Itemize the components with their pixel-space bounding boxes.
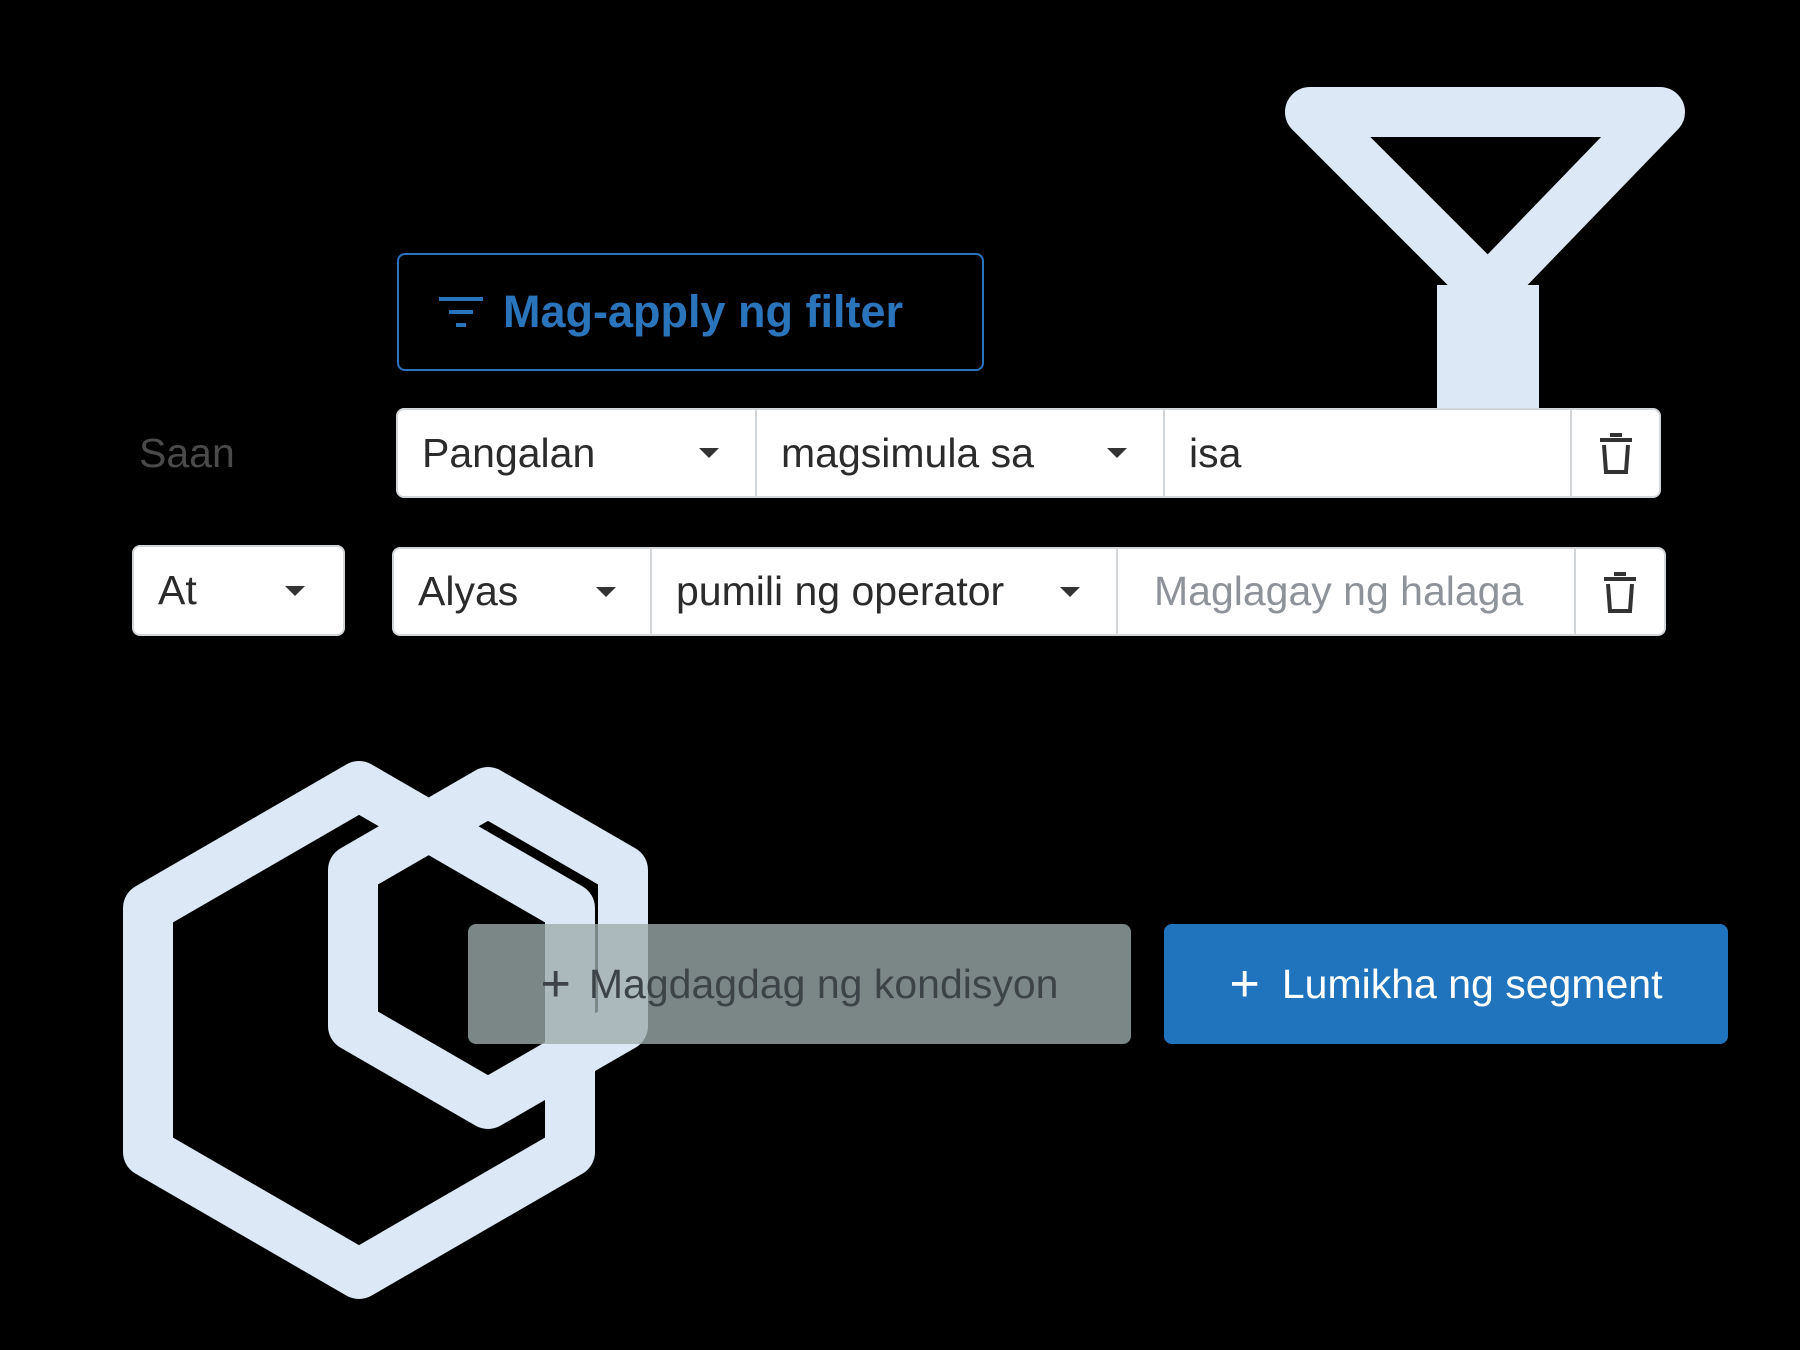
decorative-illustrations xyxy=(123,87,1685,1299)
operator-select[interactable]: magsimula sa xyxy=(757,410,1165,496)
value-input-text: isa xyxy=(1189,429,1242,476)
delete-condition-button[interactable] xyxy=(1576,549,1664,634)
add-condition-label: Magdagdag ng kondisyon xyxy=(588,960,1059,1007)
where-label: Saan xyxy=(139,430,235,476)
trash-icon xyxy=(1599,433,1632,474)
plus-icon: + xyxy=(1229,955,1260,1013)
operator-select-value: pumili ng operator xyxy=(676,568,1005,614)
condition-row: Alyas pumili ng operator Maglagay ng hal… xyxy=(392,547,1666,636)
condition-row: Pangalan magsimula sa isa xyxy=(396,408,1661,498)
apply-filter-label: Mag-apply ng filter xyxy=(503,286,904,337)
delete-condition-button[interactable] xyxy=(1572,410,1659,496)
create-segment-label: Lumikha ng segment xyxy=(1281,960,1663,1007)
value-input[interactable]: isa xyxy=(1165,410,1572,496)
chevron-down-icon xyxy=(285,585,305,596)
add-condition-button[interactable]: + Magdagdag ng kondisyon xyxy=(468,924,1131,1044)
field-select[interactable]: Alyas xyxy=(394,549,652,634)
value-input-placeholder: Maglagay ng halaga xyxy=(1154,568,1524,614)
funnel-icon xyxy=(1285,87,1685,410)
plus-icon: + xyxy=(540,955,571,1013)
field-select[interactable]: Pangalan xyxy=(398,410,757,496)
field-select-value: Pangalan xyxy=(422,429,596,476)
connector-select[interactable]: At xyxy=(132,545,345,636)
apply-filter-button[interactable]: Mag-apply ng filter xyxy=(397,253,984,371)
value-input[interactable]: Maglagay ng halaga xyxy=(1118,549,1576,634)
chevron-down-icon xyxy=(1060,586,1080,597)
chevron-down-icon xyxy=(699,448,719,458)
connector-select-value: At xyxy=(158,567,197,613)
create-segment-button[interactable]: + Lumikha ng segment xyxy=(1164,924,1728,1044)
chevron-down-icon xyxy=(1107,448,1127,458)
operator-select-value: magsimula sa xyxy=(781,429,1034,476)
field-select-value: Alyas xyxy=(418,568,519,614)
filter-lines-icon xyxy=(439,297,483,327)
trash-icon xyxy=(1604,571,1636,613)
chevron-down-icon xyxy=(596,586,616,597)
operator-select[interactable]: pumili ng operator xyxy=(652,549,1118,634)
